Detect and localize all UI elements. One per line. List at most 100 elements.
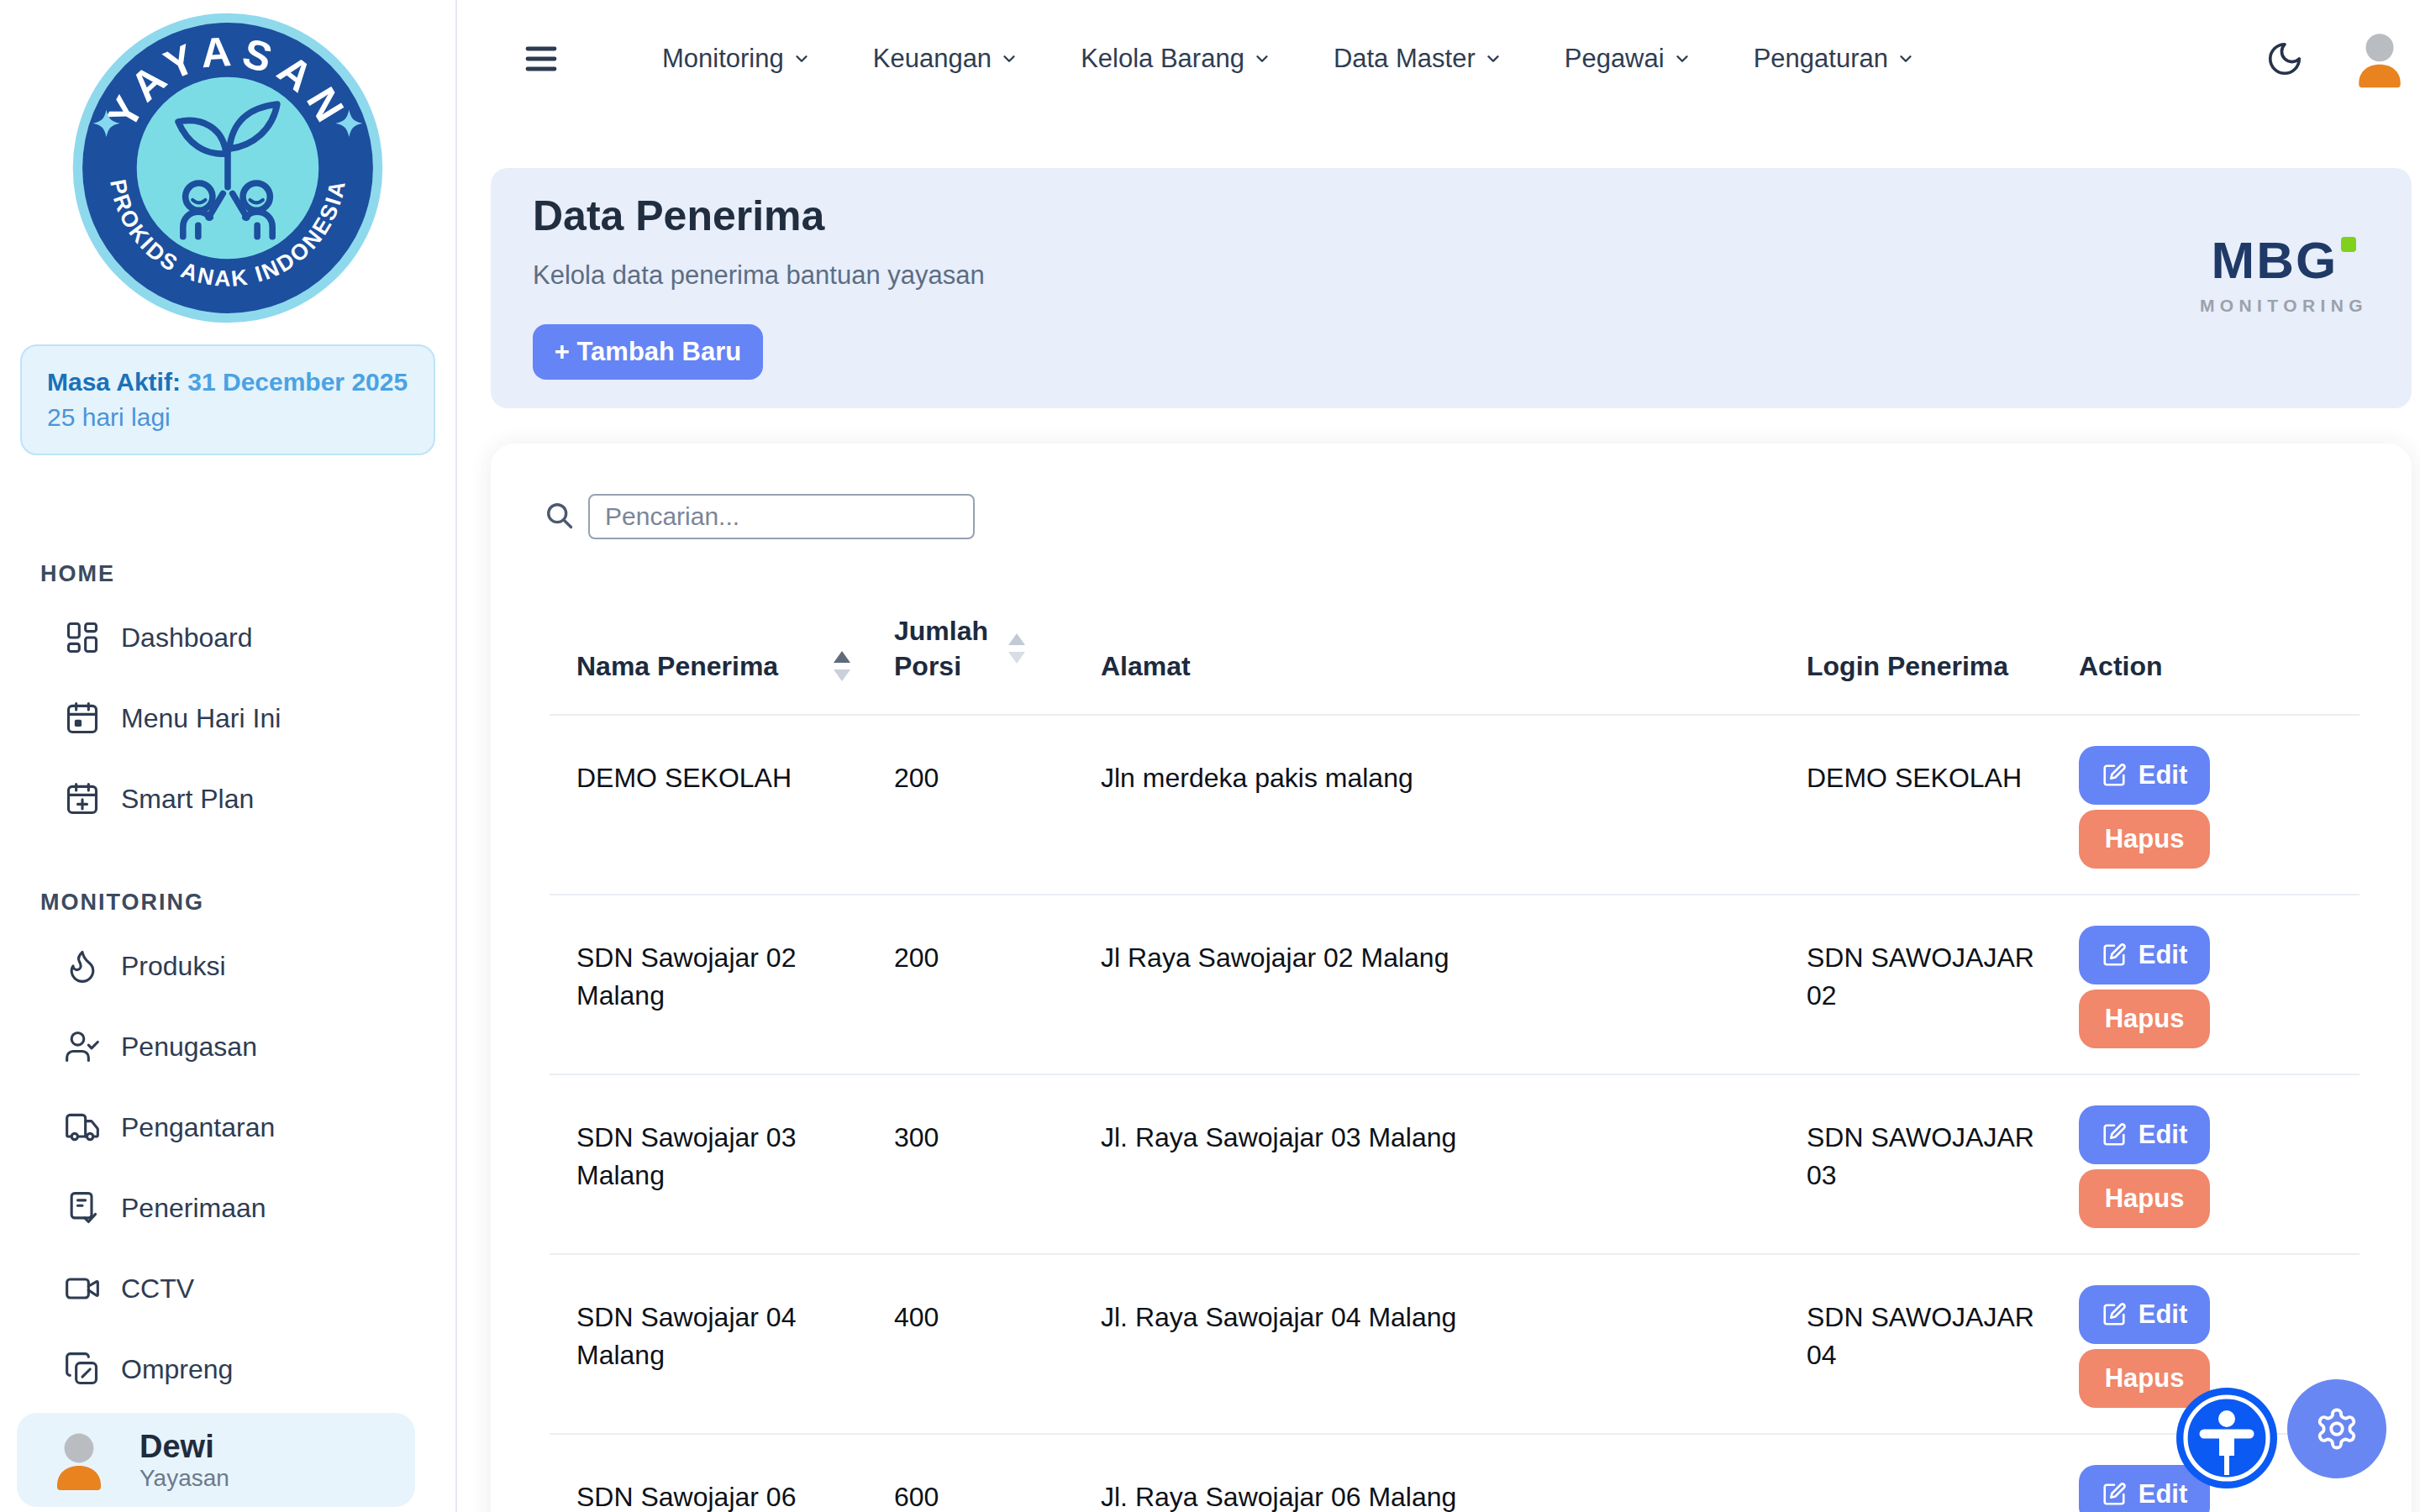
user-role: Yayasan <box>139 1465 229 1492</box>
sidebar-item-dashboard[interactable]: Dashboard <box>0 597 455 678</box>
sidebar-item-smart-plan[interactable]: Smart Plan <box>0 759 455 839</box>
cell-alamat: Jl. Raya Sawojajar 04 Malang <box>1101 1299 1807 1413</box>
cell-jumlah-porsi: 200 <box>894 759 1101 874</box>
sidebar: YAYASAN PROKIDS ANAK INDONESIA <box>0 0 457 1512</box>
column-header-label: Jumlah Porsi <box>894 613 995 684</box>
calendar-plus-icon <box>64 780 101 817</box>
cell-nama-penerima: SDN Sawojajar 02 Malang <box>576 939 894 1053</box>
video-camera-icon <box>64 1270 101 1307</box>
user-card[interactable]: Dewi Yayasan <box>17 1413 415 1507</box>
search-row <box>544 494 975 539</box>
mbg-logo-text: MBG <box>2212 231 2338 289</box>
cell-alamat: Jl Raya Sawojajar 02 Malang <box>1101 939 1807 1053</box>
accessibility-button[interactable] <box>2176 1388 2277 1488</box>
nav-item-label: Monitoring <box>662 44 784 74</box>
flame-icon <box>64 948 101 984</box>
hapus-button[interactable]: Hapus <box>2079 1169 2210 1228</box>
sidebar-item-cctv[interactable]: CCTV <box>0 1248 455 1329</box>
hapus-button[interactable]: Hapus <box>2079 990 2210 1048</box>
main-area: Monitoring Keuangan Kelola Barang Data M… <box>457 0 2420 1512</box>
settings-button[interactable] <box>2287 1379 2386 1478</box>
edit-button-label: Edit <box>2139 1299 2188 1330</box>
column-header-nama-penerima[interactable]: Nama Penerima <box>576 648 894 684</box>
edit-icon <box>2102 1122 2127 1147</box>
dark-mode-moon-icon[interactable] <box>2265 39 2304 78</box>
nav-item-monitoring[interactable]: Monitoring <box>662 44 811 74</box>
table-header: Nama Penerima Jumlah Porsi Alamat Login … <box>550 591 2360 716</box>
edit-button[interactable]: Edit <box>2079 1105 2210 1164</box>
foundation-logo: YAYASAN PROKIDS ANAK INDONESIA <box>0 0 455 334</box>
nav-item-pengaturan[interactable]: Pengaturan <box>1754 44 1915 74</box>
tambah-baru-button[interactable]: + Tambah Baru <box>533 324 763 380</box>
sidebar-item-menu-hari-ini[interactable]: Menu Hari Ini <box>0 678 455 759</box>
chevron-down-icon <box>1253 50 1271 68</box>
edit-icon <box>2102 1482 2127 1507</box>
nav-item-kelola-barang[interactable]: Kelola Barang <box>1081 44 1271 74</box>
chevron-down-icon <box>792 50 811 68</box>
table-row: SDN Sawojajar 03 Malang300Jl. Raya Sawoj… <box>550 1075 2360 1255</box>
cell-nama-penerima: SDN Sawojajar 06 Malang <box>576 1478 894 1512</box>
cell-nama-penerima: SDN Sawojajar 04 Malang <box>576 1299 894 1413</box>
search-input[interactable] <box>588 494 975 539</box>
column-header-jumlah-porsi[interactable]: Jumlah Porsi <box>894 613 1101 684</box>
edit-button[interactable]: Edit <box>2079 746 2210 805</box>
profile-avatar-icon[interactable] <box>2348 27 2412 91</box>
chevron-down-icon <box>1897 50 1915 68</box>
chevron-down-icon <box>1484 50 1502 68</box>
masa-aktif-date: 31 December 2025 <box>187 368 408 396</box>
column-header-alamat: Alamat <box>1101 648 1807 684</box>
column-header-login-penerima: Login Penerima <box>1807 648 2079 684</box>
sidebar-item-produksi[interactable]: Produksi <box>0 926 455 1006</box>
nav-item-label: Pegawai <box>1565 44 1665 74</box>
sidebar-section-home: HOME <box>40 561 455 587</box>
cell-login-penerima <box>1807 1478 2079 1512</box>
edit-icon <box>2102 942 2127 968</box>
page-subtitle: Kelola data penerima bantuan yayasan <box>533 260 985 291</box>
calendar-icon <box>64 700 101 737</box>
dashboard-icon <box>64 619 101 656</box>
table-row: DEMO SEKOLAH200Jln merdeka pakis malangD… <box>550 716 2360 895</box>
nav-item-label: Pengaturan <box>1754 44 1888 74</box>
chevron-down-icon <box>1000 50 1018 68</box>
nav-item-data-master[interactable]: Data Master <box>1334 44 1502 74</box>
sidebar-item-pengantaran[interactable]: Pengantaran <box>0 1087 455 1168</box>
sidebar-item-label: Penugasan <box>121 1032 257 1063</box>
masa-aktif-box: Masa Aktif: 31 December 2025 25 hari lag… <box>20 344 435 455</box>
user-check-icon <box>64 1028 101 1065</box>
sidebar-item-label: Ompreng <box>121 1354 233 1385</box>
nav-item-pegawai[interactable]: Pegawai <box>1565 44 1691 74</box>
table-row: SDN Sawojajar 02 Malang200Jl Raya Sawoja… <box>550 895 2360 1075</box>
sort-icon <box>834 651 850 681</box>
edit-button-label: Edit <box>2139 940 2188 970</box>
page-title: Data Penerima <box>533 192 824 240</box>
column-header-action: Action <box>2079 648 2360 684</box>
topbar-right <box>2265 27 2412 91</box>
topbar: Monitoring Keuangan Kelola Barang Data M… <box>457 0 2420 118</box>
file-check-icon <box>64 1189 101 1226</box>
cell-login-penerima: SDN SAWOJAJAR 03 <box>1807 1119 2079 1233</box>
hamburger-menu-icon[interactable] <box>521 39 561 79</box>
cell-nama-penerima: DEMO SEKOLAH <box>576 759 894 874</box>
user-avatar <box>45 1426 113 1494</box>
edit-button-label: Edit <box>2139 1120 2188 1150</box>
data-table: Nama Penerima Jumlah Porsi Alamat Login … <box>550 591 2360 1512</box>
cell-jumlah-porsi: 400 <box>894 1299 1101 1413</box>
accessibility-icon <box>2176 1388 2277 1488</box>
table-row: SDN Sawojajar 04 Malang400Jl. Raya Sawoj… <box>550 1255 2360 1435</box>
hapus-button[interactable]: Hapus <box>2079 810 2210 869</box>
mbg-logo-subtext: MONITORING <box>2200 296 2368 316</box>
foundation-logo-badge: YAYASAN PROKIDS ANAK INDONESIA <box>68 8 387 328</box>
search-icon <box>544 501 576 533</box>
masa-aktif-remaining: 25 hari lagi <box>47 400 408 435</box>
sidebar-item-label: CCTV <box>121 1273 194 1305</box>
sidebar-item-ompreng[interactable]: Ompreng <box>0 1329 455 1410</box>
cell-jumlah-porsi: 200 <box>894 939 1101 1053</box>
sidebar-item-penugasan[interactable]: Penugasan <box>0 1006 455 1087</box>
edit-button[interactable]: Edit <box>2079 926 2210 984</box>
nav-item-keuangan[interactable]: Keuangan <box>873 44 1018 74</box>
sidebar-item-penerimaan[interactable]: Penerimaan <box>0 1168 455 1248</box>
masa-aktif-label: Masa Aktif: <box>47 368 181 396</box>
nav-item-label: Keuangan <box>873 44 992 74</box>
edit-button[interactable]: Edit <box>2079 1285 2210 1344</box>
data-table-card: Nama Penerima Jumlah Porsi Alamat Login … <box>491 444 2412 1512</box>
